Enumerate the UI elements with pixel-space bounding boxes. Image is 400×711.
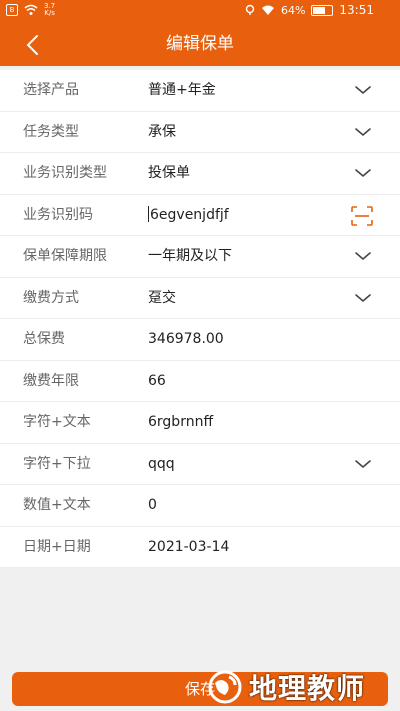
policy-form: 选择产品 普通+年金任务类型 承保业务识别类型 投保单业务识别码 6egvenjdfjf… (0, 70, 400, 568)
chevron-down-icon[interactable] (354, 457, 372, 471)
field-label: 业务识别码 (23, 206, 93, 223)
date-field[interactable]: 2021-03-14 (148, 527, 229, 567)
form-row[interactable]: 任务类型 承保 (0, 112, 400, 153)
form-row[interactable]: 数值+文本 0 (0, 485, 400, 527)
text-field[interactable]: 6egvenjdfjf (148, 195, 229, 235)
field-label: 字符+文本 (23, 414, 91, 430)
field-label: 数值+文本 (23, 497, 91, 513)
location-icon (245, 4, 255, 15)
notification-icon: B (6, 4, 18, 16)
field-label: 保单保障期限 (23, 248, 107, 264)
watermark-text: 地理教师 (249, 672, 366, 705)
dropdown-value[interactable]: 普通+年金 (148, 70, 216, 110)
form-row[interactable]: 选择产品 普通+年金 (0, 70, 400, 112)
field-label: 任务类型 (23, 123, 79, 140)
chevron-down-icon[interactable] (354, 291, 372, 305)
battery-percent: 64% (280, 3, 306, 17)
net-speed-unit: K/s (44, 9, 55, 17)
form-row[interactable]: 业务识别码 6egvenjdfjf (0, 195, 400, 236)
form-row[interactable]: 字符+文本 6rgbrnnff (0, 402, 400, 444)
status-bar: B 3.7 K/s 64% 13:51 (0, 0, 400, 22)
dropdown-value[interactable]: 投保单 (148, 153, 190, 193)
wifi-icon (24, 4, 38, 15)
chevron-down-icon[interactable] (354, 83, 372, 97)
form-row[interactable]: 总保费 346978.00 (0, 319, 400, 361)
field-label: 总保费 (23, 331, 65, 347)
field-label: 缴费方式 (23, 289, 79, 306)
clock: 13:51 (339, 3, 374, 17)
dropdown-value[interactable]: 承保 (148, 112, 176, 152)
watermark: 地理教师 (205, 664, 395, 710)
chevron-left-icon (26, 35, 38, 55)
dropdown-value[interactable]: 一年期及以下 (148, 236, 232, 276)
chevron-down-icon[interactable] (354, 249, 372, 263)
field-label: 日期+日期 (23, 538, 91, 555)
form-row[interactable]: 日期+日期 2021-03-14 (0, 527, 400, 568)
nav-bar: 编辑保单 (0, 22, 400, 66)
field-label: 选择产品 (23, 82, 79, 98)
text-cursor (148, 205, 149, 222)
wifi-signal-icon (261, 5, 274, 15)
field-value: 6egvenjdfjf (150, 206, 229, 223)
chevron-down-icon[interactable] (354, 166, 372, 180)
text-field[interactable]: 346978.00 (148, 319, 224, 359)
globe-logo-icon (208, 670, 242, 704)
chevron-down-icon[interactable] (354, 125, 372, 139)
page-title: 编辑保单 (166, 34, 234, 54)
field-label: 缴费年限 (23, 372, 79, 389)
form-row[interactable]: 缴费方式 趸交 (0, 278, 400, 319)
form-row[interactable]: 业务识别类型 投保单 (0, 153, 400, 195)
text-field[interactable]: 66 (148, 361, 166, 401)
form-row[interactable]: 字符+下拉 qqq (0, 444, 400, 485)
battery-fill (313, 6, 325, 14)
form-row[interactable]: 保单保障期限 一年期及以下 (0, 236, 400, 278)
back-button[interactable] (18, 32, 48, 58)
form-row[interactable]: 缴费年限 66 (0, 361, 400, 402)
battery-icon (311, 4, 334, 16)
dropdown-value[interactable]: 趸交 (148, 278, 176, 318)
field-label: 字符+下拉 (23, 455, 91, 472)
network-speed: 3.7 K/s (44, 3, 55, 17)
scan-icon[interactable] (350, 205, 374, 227)
dropdown-value[interactable]: qqq (148, 444, 175, 484)
text-field[interactable]: 6rgbrnnff (148, 402, 213, 442)
field-label: 业务识别类型 (23, 165, 107, 181)
text-field[interactable]: 0 (148, 485, 157, 525)
